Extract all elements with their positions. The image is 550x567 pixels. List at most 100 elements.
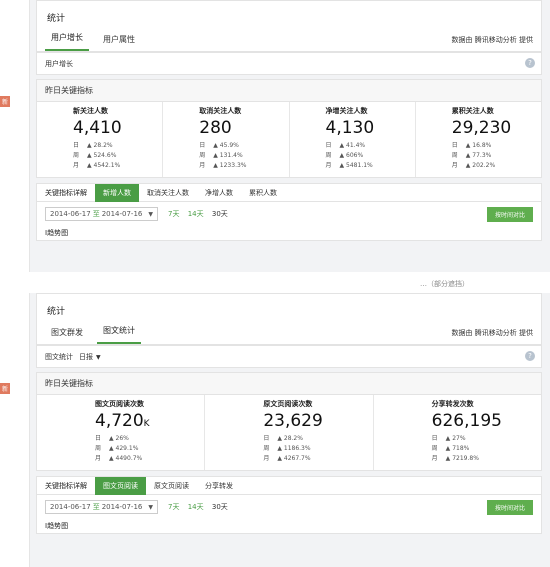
range-30-days[interactable]: 30天 [212, 503, 228, 511]
up-arrow-icon: ▲ [109, 455, 114, 462]
detail-tab-new[interactable]: 新增人数 [95, 183, 139, 202]
range-7-days[interactable]: 7天 [168, 210, 179, 218]
kpi-month-change: 月 ▲ 1233.3% [199, 162, 247, 169]
panel-article-stats: 新 统计 图文群发 图文统计 数据由 腾讯移动分析 提供 图文统计 日报 ▼ ? … [0, 293, 550, 567]
kpi-month-change: 月 ▲ 202.2% [451, 162, 496, 169]
kpi-day-change: 日 ▲ 45.9% [199, 142, 239, 149]
kpi-month-change: 月 ▲ 4490.7% [95, 455, 143, 462]
compare-button[interactable]: 按时间对比 [486, 207, 533, 222]
tab-bar: 图文群发 图文统计 数据由 腾讯移动分析 提供 [37, 323, 541, 345]
detail-tab-bar: 关键指标详解 新增人数 取消关注人数 净增人数 累积人数 [37, 183, 541, 202]
kpi-week-change: 周 ▲ 131.4% [199, 152, 243, 159]
tab-mass-send[interactable]: 图文群发 [45, 323, 89, 344]
kpi-value: 4,410 [73, 118, 122, 138]
sub-bar: 图文统计 日报 ▼ ? [36, 346, 542, 368]
kpi-card: 新关注人数 4,410 日 ▲ 28.2% 周 ▲ 524.6% 月 ▲ 4542.1… [37, 102, 164, 177]
main-content: 统计 用户增长 用户属性 数据由 腾讯移动分析 提供 用户增长 ? 昨日关键指标… [36, 0, 542, 272]
header: 统计 图文群发 图文统计 数据由 腾讯移动分析 提供 [36, 293, 542, 346]
kpi-day-change: 日 ▲ 27% [431, 435, 466, 442]
detail-tab-cumulative[interactable]: 累积人数 [241, 184, 285, 202]
data-provider-text: 数据由 腾讯移动分析 提供 [451, 329, 533, 337]
kpi-week-change: 周 ▲ 606% [325, 152, 364, 159]
kpi-row: 图文页阅读次数 4,720K 日 ▲ 26% 周 ▲ 429.1% 月 ▲ 4490.… [37, 395, 541, 470]
kpi-value: 23,629 [263, 411, 323, 431]
kpi-label: 取消关注人数 [199, 107, 242, 115]
report-dropdown[interactable]: 日报 ▼ [79, 352, 101, 362]
kpi-section-title: 昨日关键指标 [37, 80, 541, 102]
help-icon[interactable]: ? [525, 351, 535, 361]
kpi-card: 取消关注人数 280 日 ▲ 45.9% 周 ▲ 131.4% 月 ▲ 1233.3% [163, 102, 290, 177]
up-arrow-icon: ▲ [87, 152, 92, 159]
kpi-row: 新关注人数 4,410 日 ▲ 28.2% 周 ▲ 524.6% 月 ▲ 4542.1… [37, 102, 541, 177]
new-badge: 新 [0, 383, 11, 394]
tab-user-growth[interactable]: 用户增长 [45, 28, 89, 51]
kpi-day-change: 日 ▲ 28.2% [73, 142, 113, 149]
kpi-value: 4,720K [95, 411, 150, 431]
kpi-label: 净增关注人数 [325, 107, 368, 115]
kpi-label: 原文页阅读次数 [263, 400, 313, 408]
kpi-day-change: 日 ▲ 28.2% [263, 435, 303, 442]
up-arrow-icon: ▲ [445, 455, 451, 462]
panel-user-growth: 新 统计 用户增长 用户属性 数据由 腾讯移动分析 提供 用户增长 ? 昨日关键… [0, 0, 550, 272]
main-content: 统计 图文群发 图文统计 数据由 腾讯移动分析 提供 图文统计 日报 ▼ ? 昨日… [36, 293, 542, 567]
page-title: 统计 [47, 14, 66, 24]
kpi-value: 4,130 [325, 118, 375, 138]
left-sidebar [0, 293, 30, 567]
up-arrow-icon: ▲ [465, 162, 471, 169]
kpi-value: 29,230 [451, 118, 512, 138]
date-range-picker[interactable]: 2014-06-17 至 2014-07-16 ▼ [45, 500, 158, 514]
kpi-day-change: 日 ▲ 41.4% [325, 142, 366, 149]
up-arrow-icon: ▲ [465, 142, 471, 149]
detail-tab-bar: 关键指标详解 图文页阅读 原文页阅读 分享转发 [37, 476, 541, 495]
kpi-week-change: 周 ▲ 1186.3% [263, 445, 311, 452]
sub-bar-label: 图文统计 [45, 352, 73, 361]
up-arrow-icon: ▲ [213, 142, 218, 149]
quick-range-links: 7天 14天 30天 [168, 502, 234, 512]
sub-bar-label: 用户增长 [45, 59, 73, 68]
kpi-card: 分享转发次数 626,195 日 ▲ 27% 周 ▲ 718% 月 ▲ 7219.8% [374, 395, 541, 470]
detail-section: 关键指标详解 新增人数 取消关注人数 净增人数 累积人数 2014-06-17 … [36, 183, 542, 241]
detail-tab-article-reads[interactable]: 图文页阅读 [95, 476, 146, 495]
kpi-week-change: 周 ▲ 77.3% [451, 152, 492, 159]
kpi-day-change: 日 ▲ 16.8% [451, 142, 492, 149]
chevron-down-icon: ▼ [96, 353, 101, 361]
up-arrow-icon: ▲ [277, 455, 282, 462]
range-14-days[interactable]: 14天 [188, 503, 204, 511]
kpi-card: 累积关注人数 29,230 日 ▲ 16.8% 周 ▲ 77.3% 月 ▲ 202.2… [416, 102, 541, 177]
up-arrow-icon: ▲ [109, 445, 114, 452]
up-arrow-icon: ▲ [339, 152, 345, 159]
up-arrow-icon: ▲ [213, 152, 218, 159]
tab-user-attributes[interactable]: 用户属性 [97, 30, 141, 51]
header: 统计 用户增长 用户属性 数据由 腾讯移动分析 提供 [36, 0, 542, 53]
left-sidebar [0, 0, 30, 272]
kpi-week-change: 周 ▲ 718% [431, 445, 470, 452]
occluded-text: …（部分遮挡） [420, 280, 469, 288]
detail-tab-shares[interactable]: 分享转发 [197, 477, 241, 495]
date-range-picker[interactable]: 2014-06-17 至 2014-07-16 ▼ [45, 207, 158, 221]
up-arrow-icon: ▲ [87, 162, 92, 169]
range-14-days[interactable]: 14天 [188, 210, 204, 218]
new-badge: 新 [0, 96, 11, 107]
detail-tab-net[interactable]: 净增人数 [197, 184, 241, 202]
up-arrow-icon: ▲ [277, 445, 282, 452]
kpi-value: 280 [199, 118, 232, 138]
range-30-days[interactable]: 30天 [212, 210, 228, 218]
kpi-section-title: 昨日关键指标 [37, 373, 541, 395]
up-arrow-icon: ▲ [213, 162, 218, 169]
kpi-section: 昨日关键指标 图文页阅读次数 4,720K 日 ▲ 26% 周 ▲ 429.1% 月… [36, 372, 542, 471]
help-icon[interactable]: ? [525, 58, 535, 68]
kpi-section: 昨日关键指标 新关注人数 4,410 日 ▲ 28.2% 周 ▲ 524.6% 月 ▲… [36, 79, 542, 178]
up-arrow-icon: ▲ [87, 142, 92, 149]
up-arrow-icon: ▲ [339, 162, 345, 169]
detail-tab-original-reads[interactable]: 原文页阅读 [146, 477, 197, 495]
compare-button[interactable]: 按时间对比 [486, 500, 533, 515]
range-7-days[interactable]: 7天 [168, 503, 179, 511]
detail-title: 关键指标详解 [45, 188, 87, 197]
tab-article-stats[interactable]: 图文统计 [97, 321, 141, 344]
detail-section: 关键指标详解 图文页阅读 原文页阅读 分享转发 2014-06-17 至 201… [36, 476, 542, 534]
trend-title: Ⅰ趋势图 [45, 522, 69, 530]
detail-tab-unfollow[interactable]: 取消关注人数 [139, 184, 197, 202]
kpi-label: 新关注人数 [73, 107, 108, 115]
detail-title: 关键指标详解 [45, 481, 87, 490]
kpi-label: 图文页阅读次数 [95, 400, 144, 408]
